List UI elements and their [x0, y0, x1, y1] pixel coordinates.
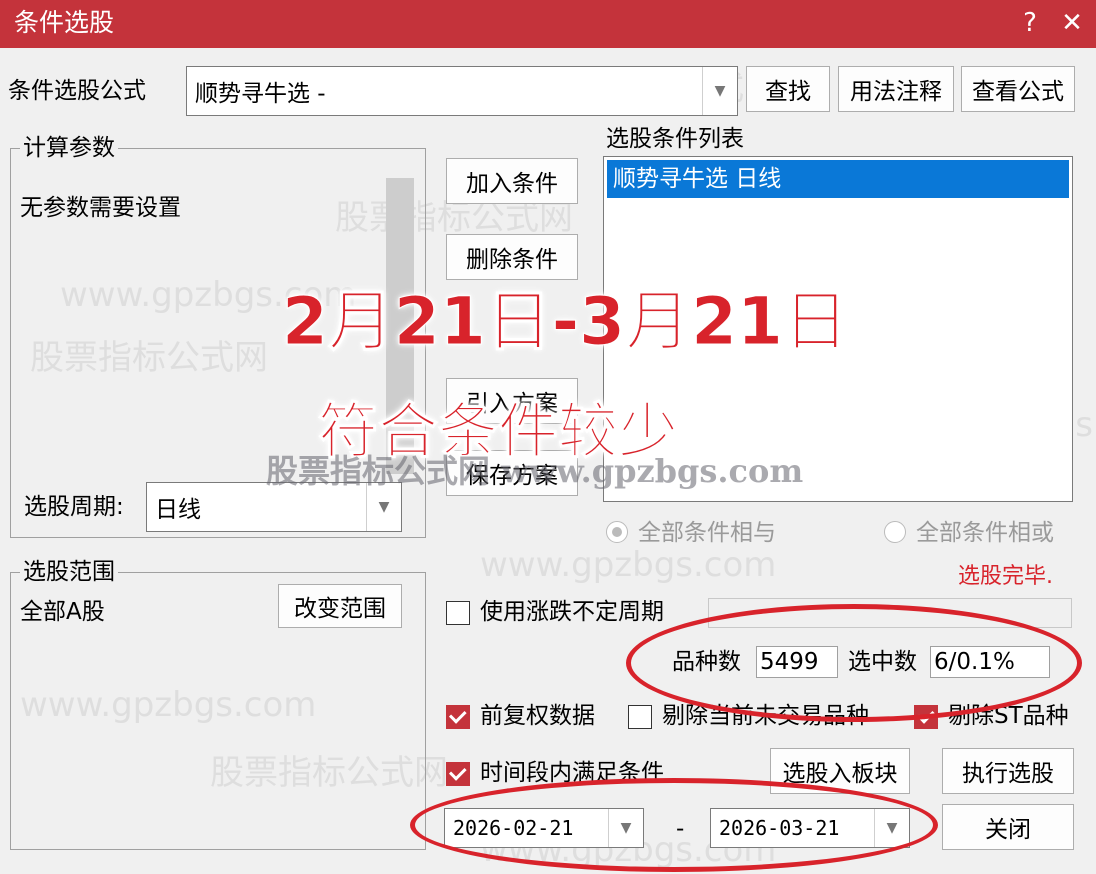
title-bar	[0, 0, 1096, 48]
chevron-down-icon[interactable]: ▼	[608, 809, 643, 847]
status-text: 选股完毕.	[958, 564, 1053, 589]
start-date-picker[interactable]: 2026-02-21 ▼	[444, 808, 644, 848]
delete-condition-button[interactable]: 删除条件	[446, 234, 578, 280]
period-select-value: 日线	[155, 497, 201, 523]
radio-all-or[interactable]	[884, 521, 906, 543]
exclude-untraded-checkbox[interactable]	[628, 705, 652, 729]
window-title: 条件选股	[14, 8, 115, 37]
period-satisfy-checkbox[interactable]	[446, 762, 470, 786]
stock-count-label: 品种数	[672, 649, 741, 675]
find-button[interactable]: 查找	[746, 66, 830, 112]
close-button[interactable]: 关闭	[942, 804, 1074, 850]
watermark-text: www.gpzbgs.com	[480, 545, 777, 585]
unfixed-period-field[interactable]	[708, 598, 1072, 628]
annotation-date-range: 2月21日-3月21日	[282, 283, 850, 361]
end-date-picker[interactable]: 2026-03-21 ▼	[710, 808, 910, 848]
select-to-block-button[interactable]: 选股入板块	[770, 748, 910, 794]
formula-select[interactable]: 顺势寻牛选 - ▼	[186, 66, 738, 116]
stock-count-field: 5499	[756, 646, 838, 678]
view-formula-button[interactable]: 查看公式	[961, 66, 1075, 112]
period-label: 选股周期:	[24, 494, 124, 520]
use-unfixed-period-checkbox[interactable]	[446, 601, 470, 625]
start-date-value: 2026-02-21	[453, 816, 574, 840]
forward-adjusted-label: 前复权数据	[480, 703, 595, 729]
formula-label: 条件选股公式	[8, 78, 146, 104]
execute-selection-button[interactable]: 执行选股	[942, 748, 1074, 794]
chevron-down-icon[interactable]: ▼	[702, 67, 737, 115]
formula-select-value: 顺势寻牛选 -	[195, 81, 326, 107]
exclude-st-checkbox[interactable]	[914, 705, 938, 729]
help-button[interactable]: ?	[1010, 6, 1050, 40]
period-satisfy-label: 时间段内满足条件	[480, 760, 664, 786]
exclude-untraded-label: 剔除当前未交易品种	[662, 703, 869, 729]
list-item[interactable]: 顺势寻牛选 日线	[607, 160, 1069, 198]
conditions-legend: 选股条件列表	[606, 126, 744, 152]
radio-all-or-label: 全部条件相或	[916, 520, 1054, 546]
date-separator: -	[676, 816, 685, 842]
watermark-banner: 股票指标公式网 www.gpzbgs.com	[266, 452, 804, 490]
use-unfixed-period-label: 使用涨跌不定周期	[480, 599, 664, 625]
params-legend: 计算参数	[20, 134, 118, 162]
close-icon[interactable]: ✕	[1052, 6, 1092, 40]
range-legend: 选股范围	[20, 558, 118, 586]
range-value: 全部A股	[20, 599, 105, 625]
selected-count-label: 选中数	[848, 649, 917, 675]
forward-adjusted-checkbox[interactable]	[446, 705, 470, 729]
radio-all-and-label: 全部条件相与	[638, 520, 776, 546]
selected-count-field: 6/0.1%	[930, 646, 1050, 678]
radio-all-and[interactable]	[606, 521, 628, 543]
params-message: 无参数需要设置	[20, 195, 181, 221]
chevron-down-icon[interactable]: ▼	[874, 809, 909, 847]
usage-notes-button[interactable]: 用法注释	[838, 66, 954, 112]
end-date-value: 2026-03-21	[719, 816, 840, 840]
add-condition-button[interactable]: 加入条件	[446, 158, 578, 204]
exclude-st-label: 剔除ST品种	[948, 703, 1069, 729]
change-range-button[interactable]: 改变范围	[278, 584, 402, 628]
